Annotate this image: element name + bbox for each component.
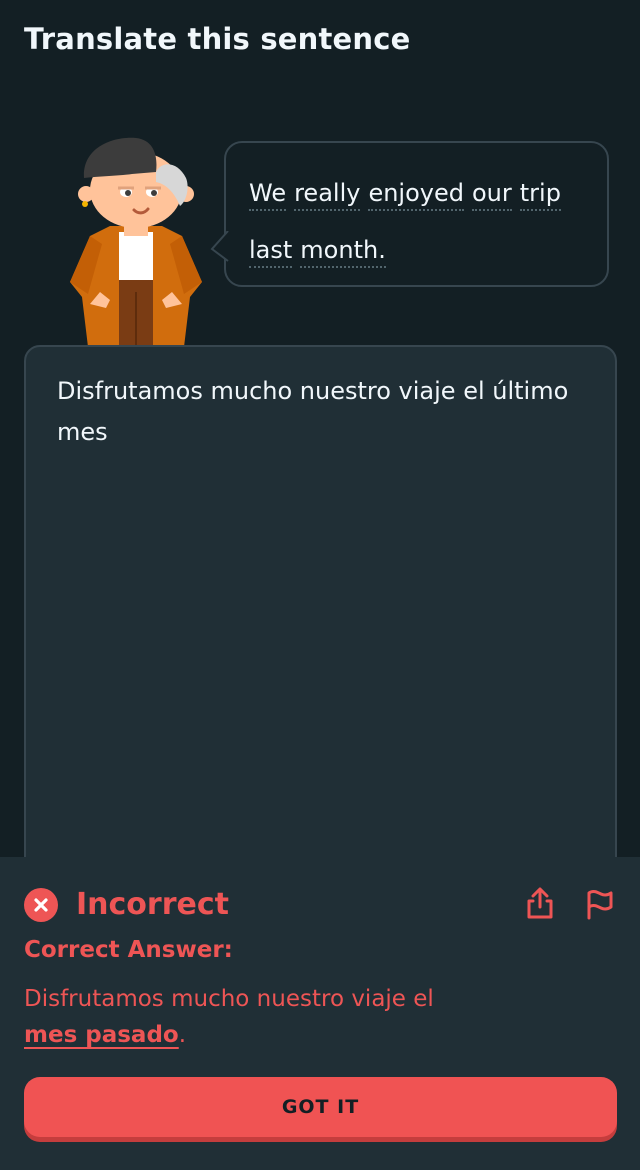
flag-icon[interactable] [582, 887, 616, 921]
got-it-button[interactable]: GOT IT [24, 1077, 617, 1137]
speech-bubble-tail [210, 231, 229, 262]
x-icon [24, 888, 58, 922]
correct-answer-highlight: mes pasado [24, 1022, 179, 1048]
prompt-word[interactable]: last [249, 234, 293, 268]
feedback-sheet: Incorrect Correct Answer: Disfrutamos mu… [0, 857, 640, 1170]
prompt-word[interactable]: We [249, 177, 287, 211]
prompt-sentence: We really enjoyed our trip last month. [249, 165, 594, 279]
speech-bubble: We really enjoyed our trip last month. [210, 141, 609, 287]
prompt-word[interactable]: enjoyed [368, 177, 464, 211]
feedback-status-row: Incorrect [24, 885, 616, 925]
answer-textarea[interactable]: Disfrutamos mucho nuestro viaje el últim… [24, 345, 617, 905]
correct-answer-label: Correct Answer: [24, 937, 233, 963]
prompt-word[interactable]: trip [519, 177, 561, 211]
prompt-word[interactable]: month. [300, 234, 386, 268]
correct-answer-prefix: Disfrutamos mucho nuestro viaje el [24, 986, 434, 1012]
page-title: Translate this sentence [24, 22, 411, 56]
share-icon[interactable] [524, 885, 556, 921]
correct-answer-suffix: . [178, 1022, 187, 1048]
correct-answer-text: Disfrutamos mucho nuestro viaje el mes p… [24, 981, 614, 1053]
feedback-status: Incorrect [76, 887, 229, 922]
answer-text: Disfrutamos mucho nuestro viaje el últim… [57, 377, 569, 446]
prompt-word[interactable]: our [471, 177, 512, 211]
prompt-word[interactable]: really [294, 177, 361, 211]
character-illustration [62, 132, 210, 347]
